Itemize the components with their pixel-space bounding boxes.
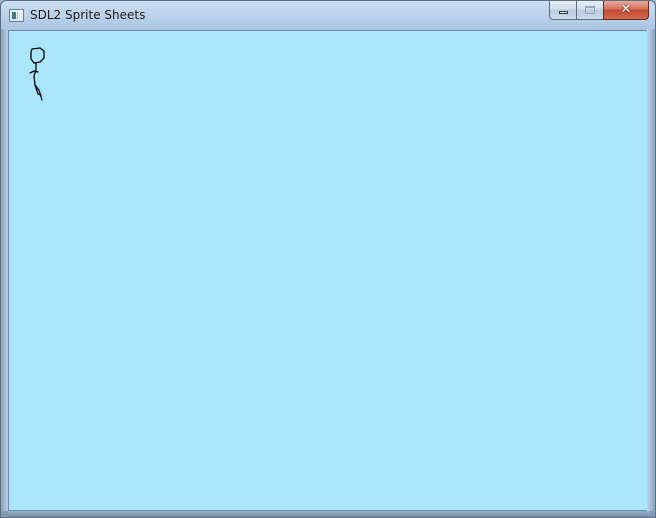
sdl-render-area[interactable]	[8, 30, 650, 511]
window-bottom-frame	[8, 511, 650, 517]
app-window-icon[interactable]	[9, 9, 24, 22]
maximize-icon	[585, 6, 595, 14]
minimize-button[interactable]	[549, 1, 576, 20]
minimize-icon	[559, 11, 568, 14]
caption-buttons: ✕	[549, 1, 649, 21]
sprite-arm	[29, 70, 39, 74]
stick-figure-sprite	[29, 47, 45, 101]
close-button[interactable]: ✕	[603, 1, 649, 20]
maximize-button[interactable]	[576, 1, 603, 20]
app-window: SDL2 Sprite Sheets ✕	[0, 0, 656, 518]
window-title: SDL2 Sprite Sheets	[30, 8, 146, 22]
title-bar[interactable]: SDL2 Sprite Sheets ✕	[1, 1, 655, 30]
close-icon: ✕	[620, 2, 632, 17]
sprite-head	[30, 47, 45, 64]
